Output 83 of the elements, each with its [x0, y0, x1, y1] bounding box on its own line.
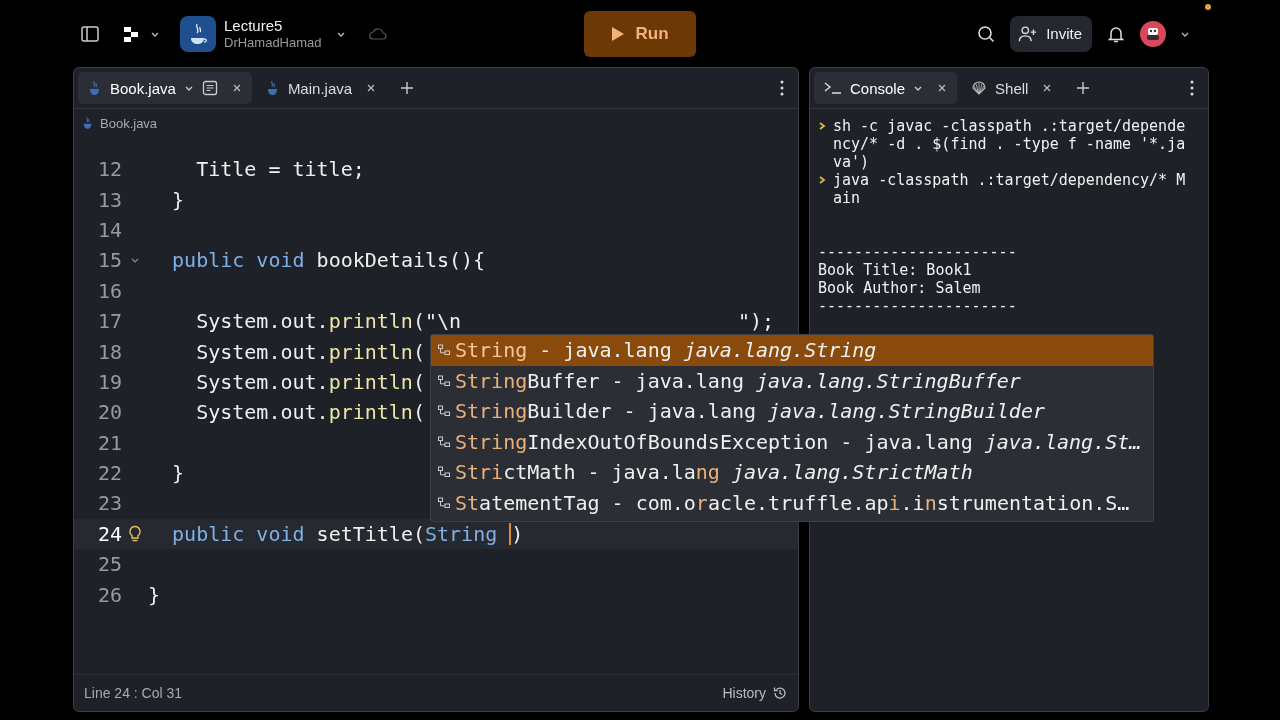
autocomplete-item[interactable]: StringBuilder - java.lang java.lang.StringBuilder [431, 396, 1153, 427]
code-line: } [171, 461, 185, 486]
tab-label[interactable]: Shell [995, 79, 1029, 97]
code-line: public void setTitle(String ) [171, 521, 524, 546]
console-command: sh -c javac -classpath .:target/dependency/* -d . $(find . -type f -name '*.java') [833, 117, 1187, 171]
shell-icon [971, 80, 988, 96]
class-icon [437, 495, 451, 510]
console-tab[interactable]: Console [814, 72, 958, 104]
console-output: ---------------------- [818, 297, 1018, 315]
history-button[interactable]: History [722, 685, 788, 701]
close-icon[interactable] [231, 83, 242, 93]
cloud-icon [367, 26, 388, 41]
code-line: public void bookDetails(){ [171, 248, 486, 273]
console-tab[interactable]: Shell [961, 72, 1063, 104]
code-line: System.out.println( [195, 369, 425, 394]
lightbulb-icon[interactable] [128, 524, 142, 543]
project-avatar-icon[interactable] [180, 15, 216, 52]
line-number: 22 [96, 461, 122, 486]
code-line: } [148, 582, 161, 607]
tab-label[interactable]: Main.java [287, 79, 353, 97]
line-number: 26 [96, 582, 122, 607]
line-number: 16 [96, 278, 122, 303]
line-number: 25 [96, 552, 122, 577]
java-cup-icon [88, 80, 102, 96]
file-tab[interactable]: Book.java [78, 72, 252, 104]
autocomplete-item[interactable]: StringIndexOutOfBoundsException - java.lang java.lang.St… [431, 426, 1153, 457]
close-icon[interactable] [366, 83, 377, 93]
line-number: 17 [96, 309, 122, 334]
autocomplete-item[interactable]: StatementTag - com.oracle.truffle.api.instrumentation.S… [431, 487, 1153, 518]
console-command: java -classpath .:target/dependency/* Main [833, 171, 1187, 207]
cursor-position: Line 24 : Col 31 [84, 685, 183, 701]
more-options-icon[interactable] [780, 80, 784, 96]
line-number: 19 [96, 369, 122, 394]
breadcrumb-file[interactable]: Book.java [100, 115, 158, 131]
notification-dot [1205, 4, 1211, 10]
prompt-chevron-icon [818, 175, 826, 185]
line-number: 15 [96, 248, 122, 273]
run-button[interactable]: Run [584, 10, 696, 57]
line-number: 20 [96, 400, 122, 425]
history-icon [772, 685, 788, 701]
autocomplete-item[interactable]: String - java.lang java.lang.String [431, 335, 1153, 366]
class-icon [437, 373, 451, 388]
code-line: System.out.println( [195, 339, 425, 364]
close-icon[interactable] [1042, 83, 1053, 93]
autocomplete-item[interactable]: StrictMath - java.lang java.lang.StrictMath [431, 457, 1153, 488]
class-icon [437, 434, 451, 449]
code-line: System.out.println( [195, 400, 425, 425]
sidebar-toggle-icon[interactable] [80, 23, 100, 44]
tab-label[interactable]: Console [850, 79, 906, 97]
search-icon[interactable] [976, 23, 997, 44]
class-icon [437, 404, 451, 419]
console-output: ---------------------- [818, 243, 1018, 261]
java-cup-icon [265, 80, 280, 96]
prompt-chevron-icon [818, 121, 826, 131]
class-icon [437, 465, 451, 480]
class-icon [437, 343, 451, 358]
terminal-prompt-icon [824, 82, 842, 94]
line-number: 18 [96, 339, 122, 364]
line-number: 21 [96, 430, 122, 455]
document-icon[interactable] [201, 80, 218, 96]
project-name: Lecture5 [224, 16, 284, 34]
line-number: 13 [96, 187, 122, 212]
add-tab-icon[interactable] [1076, 81, 1091, 95]
code-line: System.out.println("\n "); [195, 309, 775, 334]
autocomplete-item[interactable]: StringBuffer - java.lang java.lang.StringBuffer [431, 365, 1153, 396]
play-icon [611, 25, 626, 42]
add-tab-icon[interactable] [400, 81, 415, 95]
user-avatar-icon[interactable] [1140, 20, 1166, 47]
file-tab[interactable]: Main.java [255, 72, 387, 104]
tab-label[interactable]: Book.java [110, 79, 176, 97]
invite-button[interactable]: Invite [1010, 15, 1092, 52]
line-number: 14 [96, 217, 122, 242]
close-icon[interactable] [937, 83, 948, 93]
code-line: Title = title; [195, 157, 365, 182]
project-owner: DrHamadHamad [224, 33, 322, 51]
more-options-icon[interactable] [1190, 80, 1194, 96]
console-output: Book Title: Book1 [818, 261, 973, 279]
console-output: Book Author: Salem [818, 279, 982, 297]
line-number: 24 [96, 521, 122, 546]
line-number: 23 [96, 491, 122, 516]
code-line: } [171, 187, 185, 212]
line-number: 12 [96, 157, 122, 182]
java-cup-icon [82, 116, 94, 130]
